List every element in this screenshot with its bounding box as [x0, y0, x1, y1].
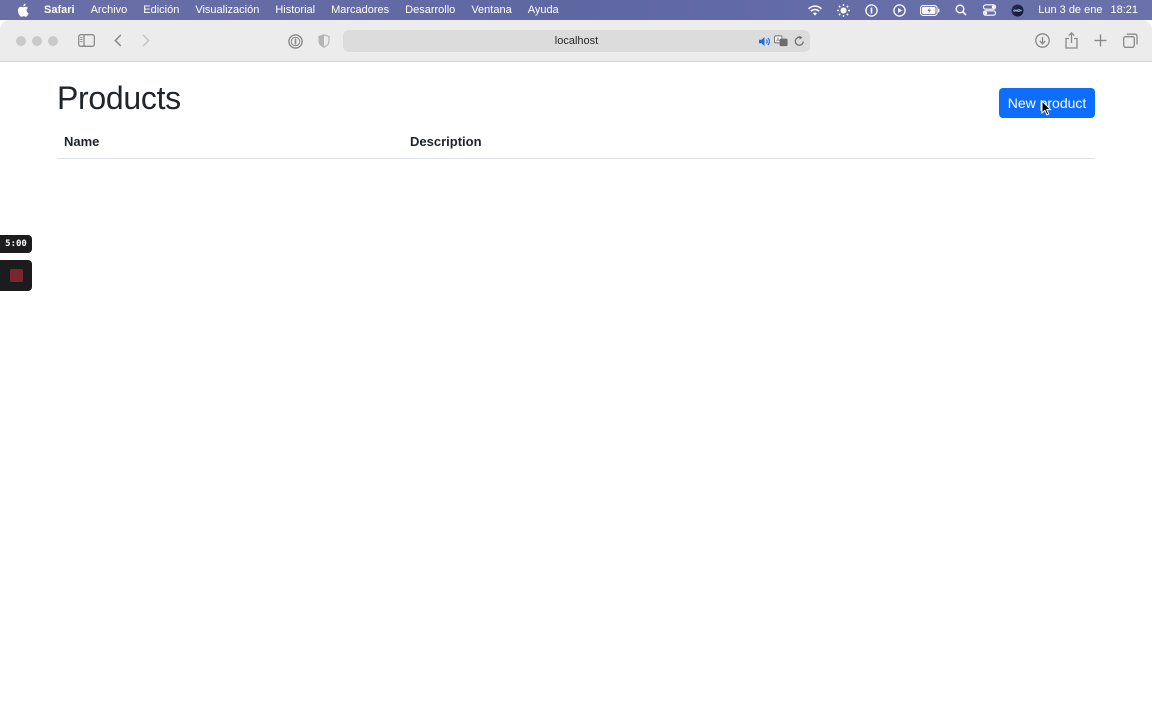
tab-overview-icon[interactable] [1122, 32, 1138, 48]
svg-text:A: A [776, 37, 780, 43]
menu-ventana[interactable]: Ventana [471, 4, 511, 16]
download-icon[interactable] [1034, 32, 1051, 49]
minimize-window-button[interactable] [32, 36, 42, 46]
address-bar-url: localhost [554, 35, 599, 47]
menu-historial[interactable]: Historial [275, 4, 315, 16]
forward-icon[interactable] [140, 33, 152, 48]
column-header-description: Description [410, 134, 482, 149]
menu-desarrollo[interactable]: Desarrollo [405, 4, 455, 16]
mouse-pointer-icon [1041, 99, 1052, 121]
products-table: Name Description [57, 126, 1095, 159]
search-icon[interactable] [954, 3, 968, 17]
menu-app-name[interactable]: Safari [44, 4, 75, 16]
menu-visualizacion[interactable]: Visualización [195, 4, 259, 16]
web-page: Products New product Name Description [0, 62, 1152, 720]
stop-icon [9, 269, 23, 282]
translate-icon[interactable]: A [774, 34, 788, 48]
control-center-icon[interactable] [982, 3, 996, 17]
menu-ayuda[interactable]: Ayuda [528, 4, 559, 16]
close-window-button[interactable] [16, 36, 26, 46]
menubar-time: 18:21 [1110, 4, 1138, 16]
menu-archivo[interactable]: Archivo [91, 4, 128, 16]
wifi-icon[interactable] [808, 3, 823, 17]
status-area: Lun 3 de ene 18:21 [794, 0, 1138, 20]
new-tab-icon[interactable] [1093, 33, 1107, 47]
password-manager-icon[interactable] [864, 3, 878, 17]
back-icon[interactable] [112, 33, 124, 48]
reload-icon[interactable] [792, 34, 806, 48]
browser-toolbar: localhost A [0, 20, 1152, 62]
sidebar-icon[interactable] [78, 33, 95, 48]
column-header-name: Name [64, 134, 100, 149]
zoom-window-button[interactable] [48, 36, 58, 46]
brightness-icon[interactable] [836, 3, 850, 17]
menubar-clock[interactable]: Lun 3 de ene 18:21 [1038, 4, 1138, 16]
screen: Safari Archivo Edición Visualización His… [0, 0, 1152, 720]
recording-timer: 5:00 [0, 235, 32, 253]
menu-marcadores[interactable]: Marcadores [331, 4, 389, 16]
apple-icon[interactable] [16, 3, 30, 17]
menu-bar: Safari Archivo Edición Visualización His… [0, 0, 1152, 20]
share-icon[interactable] [1064, 31, 1079, 49]
shield-icon[interactable] [317, 33, 331, 49]
address-bar[interactable]: localhost A [343, 30, 810, 52]
page-title: Products [57, 80, 181, 116]
menubar-date: Lun 3 de ene [1038, 4, 1103, 16]
stop-recording-button[interactable] [0, 260, 32, 291]
password-icon[interactable] [287, 33, 303, 49]
play-icon[interactable] [892, 3, 906, 17]
siri-icon[interactable] [1010, 3, 1024, 17]
menu-edicion[interactable]: Edición [143, 4, 179, 16]
audio-icon[interactable] [757, 34, 771, 48]
battery-icon[interactable] [920, 3, 940, 17]
